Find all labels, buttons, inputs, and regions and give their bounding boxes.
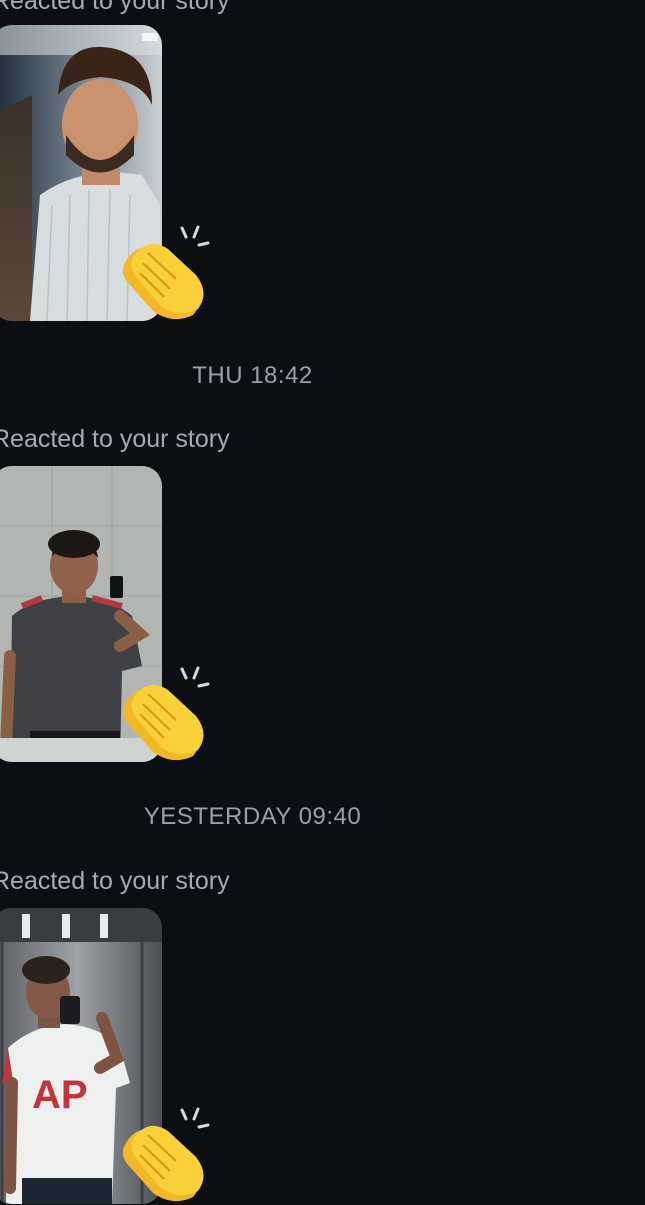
- clapping-hands-icon: [118, 1105, 213, 1205]
- svg-text:AP: AP: [32, 1073, 88, 1117]
- clapping-hands-icon: [118, 223, 213, 323]
- reacted-label: Reacted to your story: [0, 867, 230, 895]
- reacted-label: Reacted to your story: [0, 425, 230, 453]
- reacted-label: Reacted to your story: [0, 0, 230, 15]
- message-timestamp: THU 18:42: [192, 362, 313, 389]
- dm-thread: Reacted to your story THU 18:42 Reacted …: [0, 0, 645, 1204]
- message-timestamp: YESTERDAY 09:40: [143, 803, 362, 830]
- clapping-hands-icon: [118, 664, 213, 764]
